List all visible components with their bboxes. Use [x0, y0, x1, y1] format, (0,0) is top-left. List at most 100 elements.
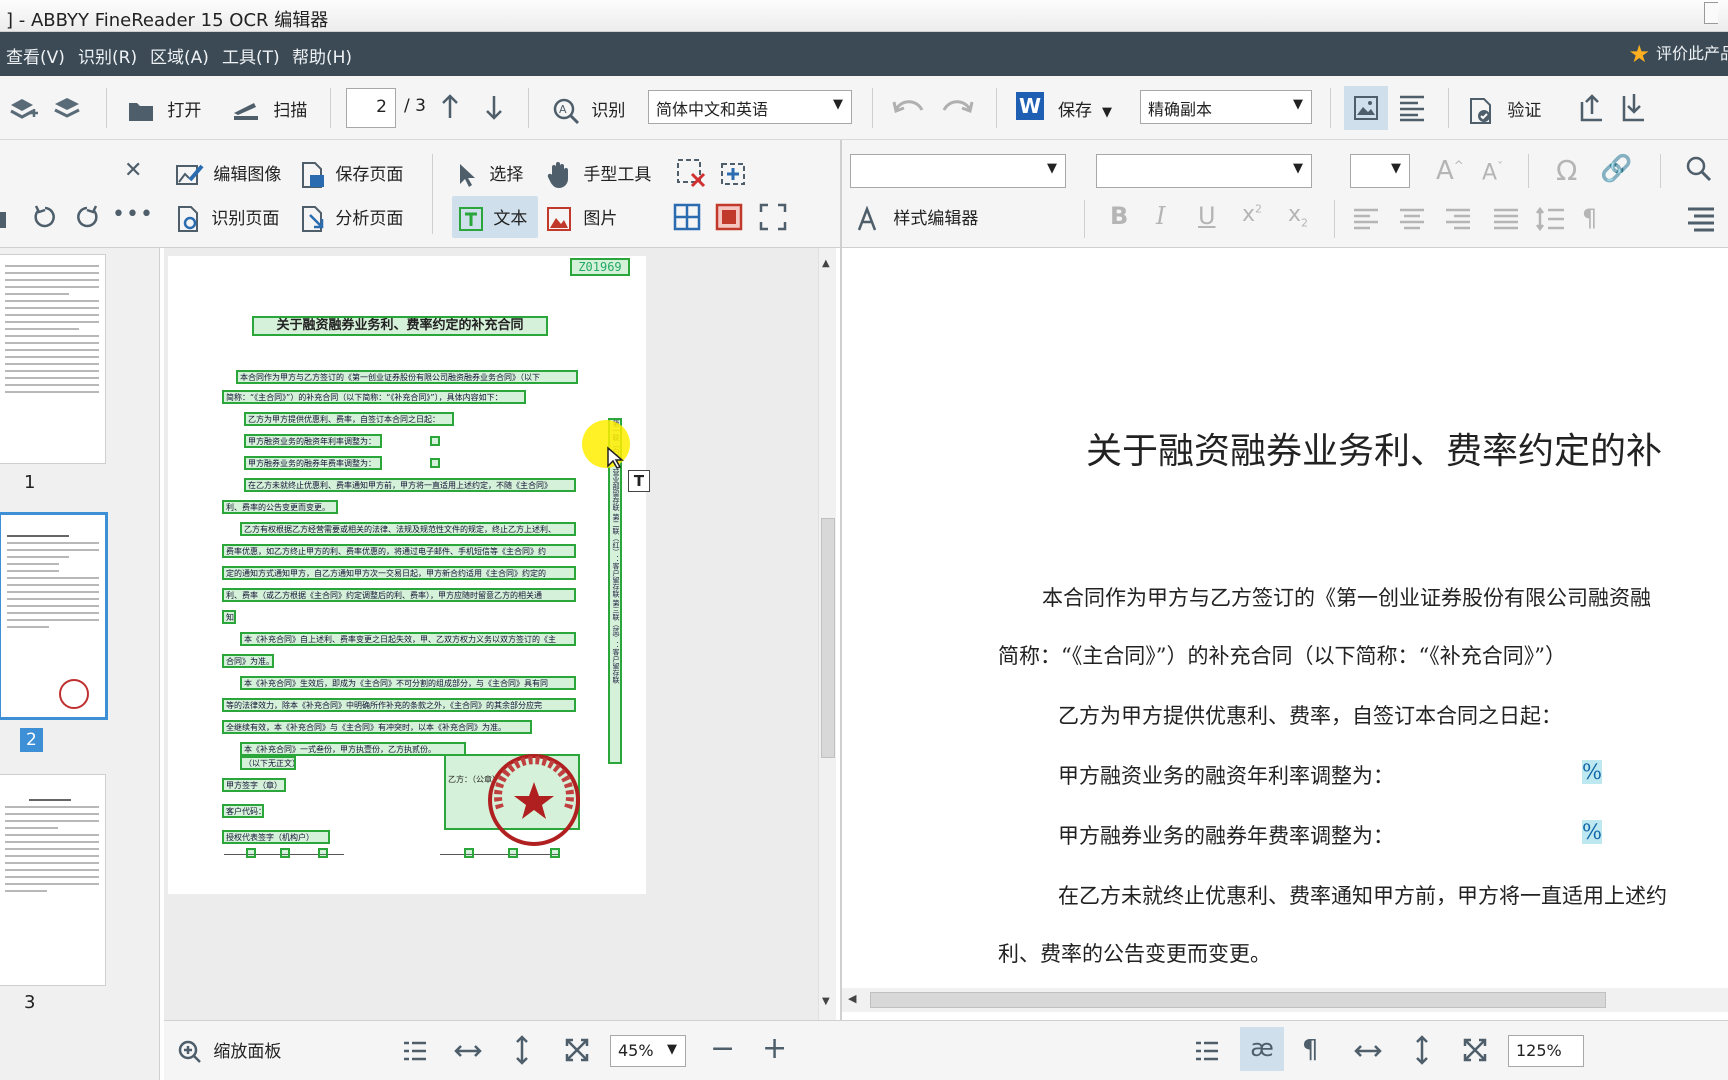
text-region-line[interactable]: 甲方签字（章）	[222, 778, 286, 792]
text-region-line[interactable]: 在乙方未就终止优惠利、费率通知甲方前，甲方将一直适用上述约定，不随《主合同》	[244, 478, 576, 492]
text-region-line[interactable]: 定的通知方式通知甲方，自乙方通知甲方次一交易日起，甲方新合约适用《主合同》约定的	[222, 566, 576, 580]
font-style-select[interactable]: ▼	[850, 154, 1066, 188]
rate-product-link[interactable]: ★ 评价此产品	[1628, 40, 1728, 68]
underline-icon[interactable]: U	[1198, 202, 1216, 230]
scan-button[interactable]: 扫描	[232, 96, 307, 123]
export-down-icon[interactable]	[1620, 92, 1648, 126]
format-panel-icon[interactable]	[1686, 206, 1716, 236]
recognize-page-button[interactable]: 识别页面	[176, 204, 279, 233]
scroll-thumb[interactable]	[870, 992, 1606, 1008]
verify-button[interactable]: 验证	[1468, 96, 1541, 125]
text-region-line[interactable]: 利、费率（或乙方根据《主合同》约定调整后的利、费率），甲方应随时留意乙方的相关通	[222, 588, 576, 602]
picture-area-tool[interactable]: 图片	[546, 204, 617, 232]
special-character-icon[interactable]: Ω	[1556, 154, 1577, 187]
menu-recognize[interactable]: 识别(R)	[78, 43, 137, 68]
add-layers-icon[interactable]	[8, 93, 38, 127]
zoom-select-image[interactable]: 45% ▼	[610, 1035, 686, 1067]
superscript-icon[interactable]: x2	[1242, 202, 1262, 227]
text-region-line[interactable]: 客户代码：	[222, 804, 264, 818]
align-center-icon[interactable]	[1398, 208, 1426, 234]
text-region-title[interactable]: 关于融资融券业务利、费率约定的补充合同	[252, 316, 548, 336]
open-button[interactable]: 打开	[128, 96, 201, 122]
rotate-right-icon[interactable]	[74, 204, 100, 234]
text-region-line[interactable]: 利、费率的公告变更而变更。	[222, 500, 338, 514]
document-paragraph[interactable]: 在乙方未就终止优惠利、费率通知甲方前，甲方将一直适用上述约	[1058, 880, 1667, 910]
search-icon[interactable]	[1684, 154, 1714, 188]
menu-help[interactable]: 帮助(H)	[292, 43, 352, 68]
analyze-page-button[interactable]: 分析页面	[300, 204, 403, 233]
text-scrollbar[interactable]: ◀	[842, 988, 1728, 1012]
redo-icon[interactable]	[940, 96, 974, 122]
fit-width-icon[interactable]	[1354, 1041, 1382, 1065]
document-title[interactable]: 关于融资融券业务利、费率约定的补	[1086, 422, 1662, 474]
more-icon[interactable]: •••	[112, 202, 154, 227]
text-region-line[interactable]: 本《补充合同》自上述利、费率变更之日起失效，甲、乙双方权力义务以双方签订的《主	[240, 632, 576, 646]
text-region-line[interactable]: 甲方融资业务的融资年利率调整为：	[244, 434, 382, 448]
align-right-icon[interactable]	[1444, 208, 1472, 234]
close-icon[interactable]: ✕	[124, 158, 142, 183]
fit-width-icon[interactable]	[454, 1041, 482, 1065]
text-region-line[interactable]: （以下无正文）	[240, 756, 296, 770]
percent-field[interactable]: %	[1582, 760, 1602, 784]
background-picture-icon[interactable]	[714, 202, 744, 236]
arrow-up-icon[interactable]	[440, 94, 460, 124]
fit-height-icon[interactable]	[512, 1035, 532, 1069]
menu-view[interactable]: 查看(V)	[6, 43, 65, 68]
table-area-icon[interactable]	[672, 202, 702, 236]
ligature-toggle-icon[interactable]: æ	[1240, 1027, 1284, 1071]
justify-icon[interactable]	[1492, 208, 1520, 234]
hand-tool[interactable]: 手型工具	[546, 160, 651, 189]
zoom-select-text[interactable]: 125%	[1508, 1035, 1584, 1067]
text-area-tool[interactable]: 文本	[452, 196, 538, 238]
document-paragraph[interactable]: 乙方为甲方提供优惠利、费率，自签订本合同之日起：	[1058, 700, 1562, 730]
line-spacing-icon[interactable]	[1536, 206, 1566, 236]
scroll-left-icon[interactable]: ◀	[848, 992, 856, 1005]
grow-font-icon[interactable]: A^	[1436, 156, 1464, 186]
text-region-small[interactable]	[430, 458, 440, 468]
word-icon[interactable]: W	[1016, 92, 1044, 120]
text-region-line[interactable]: 甲方融券业务的融券年费率调整为：	[244, 456, 382, 470]
window-control[interactable]	[1704, 2, 1718, 24]
document-paragraph[interactable]: 简称：“《主合同》”）的补充合同（以下简称：“《补充合同》”）	[998, 640, 1566, 670]
menu-tools[interactable]: 工具(T)	[222, 43, 280, 68]
italic-icon[interactable]: I	[1156, 202, 1165, 230]
select-tool[interactable]: 选择	[456, 160, 523, 188]
font-size-select[interactable]: ▼	[1350, 154, 1410, 188]
style-editor-button[interactable]: 样式编辑器	[856, 204, 978, 232]
save-button[interactable]: 保存 ▼	[1058, 96, 1112, 121]
shrink-font-icon[interactable]: Aˇ	[1482, 160, 1503, 185]
page-thumbnail-1[interactable]	[0, 254, 106, 464]
bold-icon[interactable]: B	[1110, 202, 1128, 230]
rotate-left-icon[interactable]	[32, 204, 58, 234]
scroll-down-icon[interactable]: ▼	[822, 996, 830, 1007]
zoom-out-icon[interactable]: −	[710, 1031, 735, 1066]
text-region-small[interactable]	[550, 848, 560, 858]
image-view-toggle[interactable]	[1344, 86, 1388, 130]
export-up-icon[interactable]	[1578, 92, 1606, 126]
document-paragraph[interactable]: 本合同作为甲方与乙方签订的《第一创业证券股份有限公司融资融	[1042, 582, 1651, 612]
text-region-line[interactable]: 本《补充合同》生效后，即成为《主合同》不可分割的组成部分，与《主合同》具有同	[240, 676, 576, 690]
paragraph-mark-icon[interactable]: ¶	[1302, 1035, 1319, 1065]
recognize-button[interactable]: A 识别	[552, 96, 625, 125]
font-family-select[interactable]: ▼	[1096, 154, 1312, 188]
text-region-code[interactable]: Z01969	[570, 258, 630, 276]
arrow-down-icon[interactable]	[484, 94, 504, 124]
document-paragraph[interactable]: 甲方融资业务的融资年利率调整为：	[1058, 760, 1394, 790]
text-region-small[interactable]	[464, 848, 474, 858]
text-region-line[interactable]: 乙方为甲方提供优惠利、费率，自签订本合同之日起：	[244, 412, 454, 426]
page-number-input[interactable]: 2	[346, 88, 396, 128]
text-region-line[interactable]: 费率优惠，如乙方终止甲方的利、费率优惠的，将通过电子邮件、手机短信等《主合同》约	[222, 544, 576, 558]
text-region-line[interactable]: 合同》为准。	[222, 654, 274, 668]
text-region-line[interactable]: 乙方有权根据乙方经营需要或相关的法律、法规及规范性文件的规定，终止乙方上述利、	[240, 522, 576, 536]
language-select[interactable]: 简体中文和英语 ▼	[648, 90, 852, 124]
align-left-icon[interactable]	[1352, 208, 1380, 234]
text-view-icon[interactable]	[1398, 94, 1426, 126]
subscript-icon[interactable]: x2	[1288, 202, 1308, 229]
menu-area[interactable]: 区域(A)	[150, 43, 209, 68]
list-view-icon[interactable]	[402, 1041, 428, 1065]
document-paragraph[interactable]: 甲方融券业务的融券年费率调整为：	[1058, 820, 1394, 850]
scroll-up-icon[interactable]: ▲	[822, 258, 830, 269]
format-select[interactable]: 精确副本 ▼	[1140, 90, 1312, 124]
percent-field[interactable]: %	[1582, 820, 1602, 844]
text-editor-pane[interactable]: 关于融资融券业务利、费率约定的补 本合同作为甲方与乙方签订的《第一创业证券股份有…	[842, 248, 1728, 996]
